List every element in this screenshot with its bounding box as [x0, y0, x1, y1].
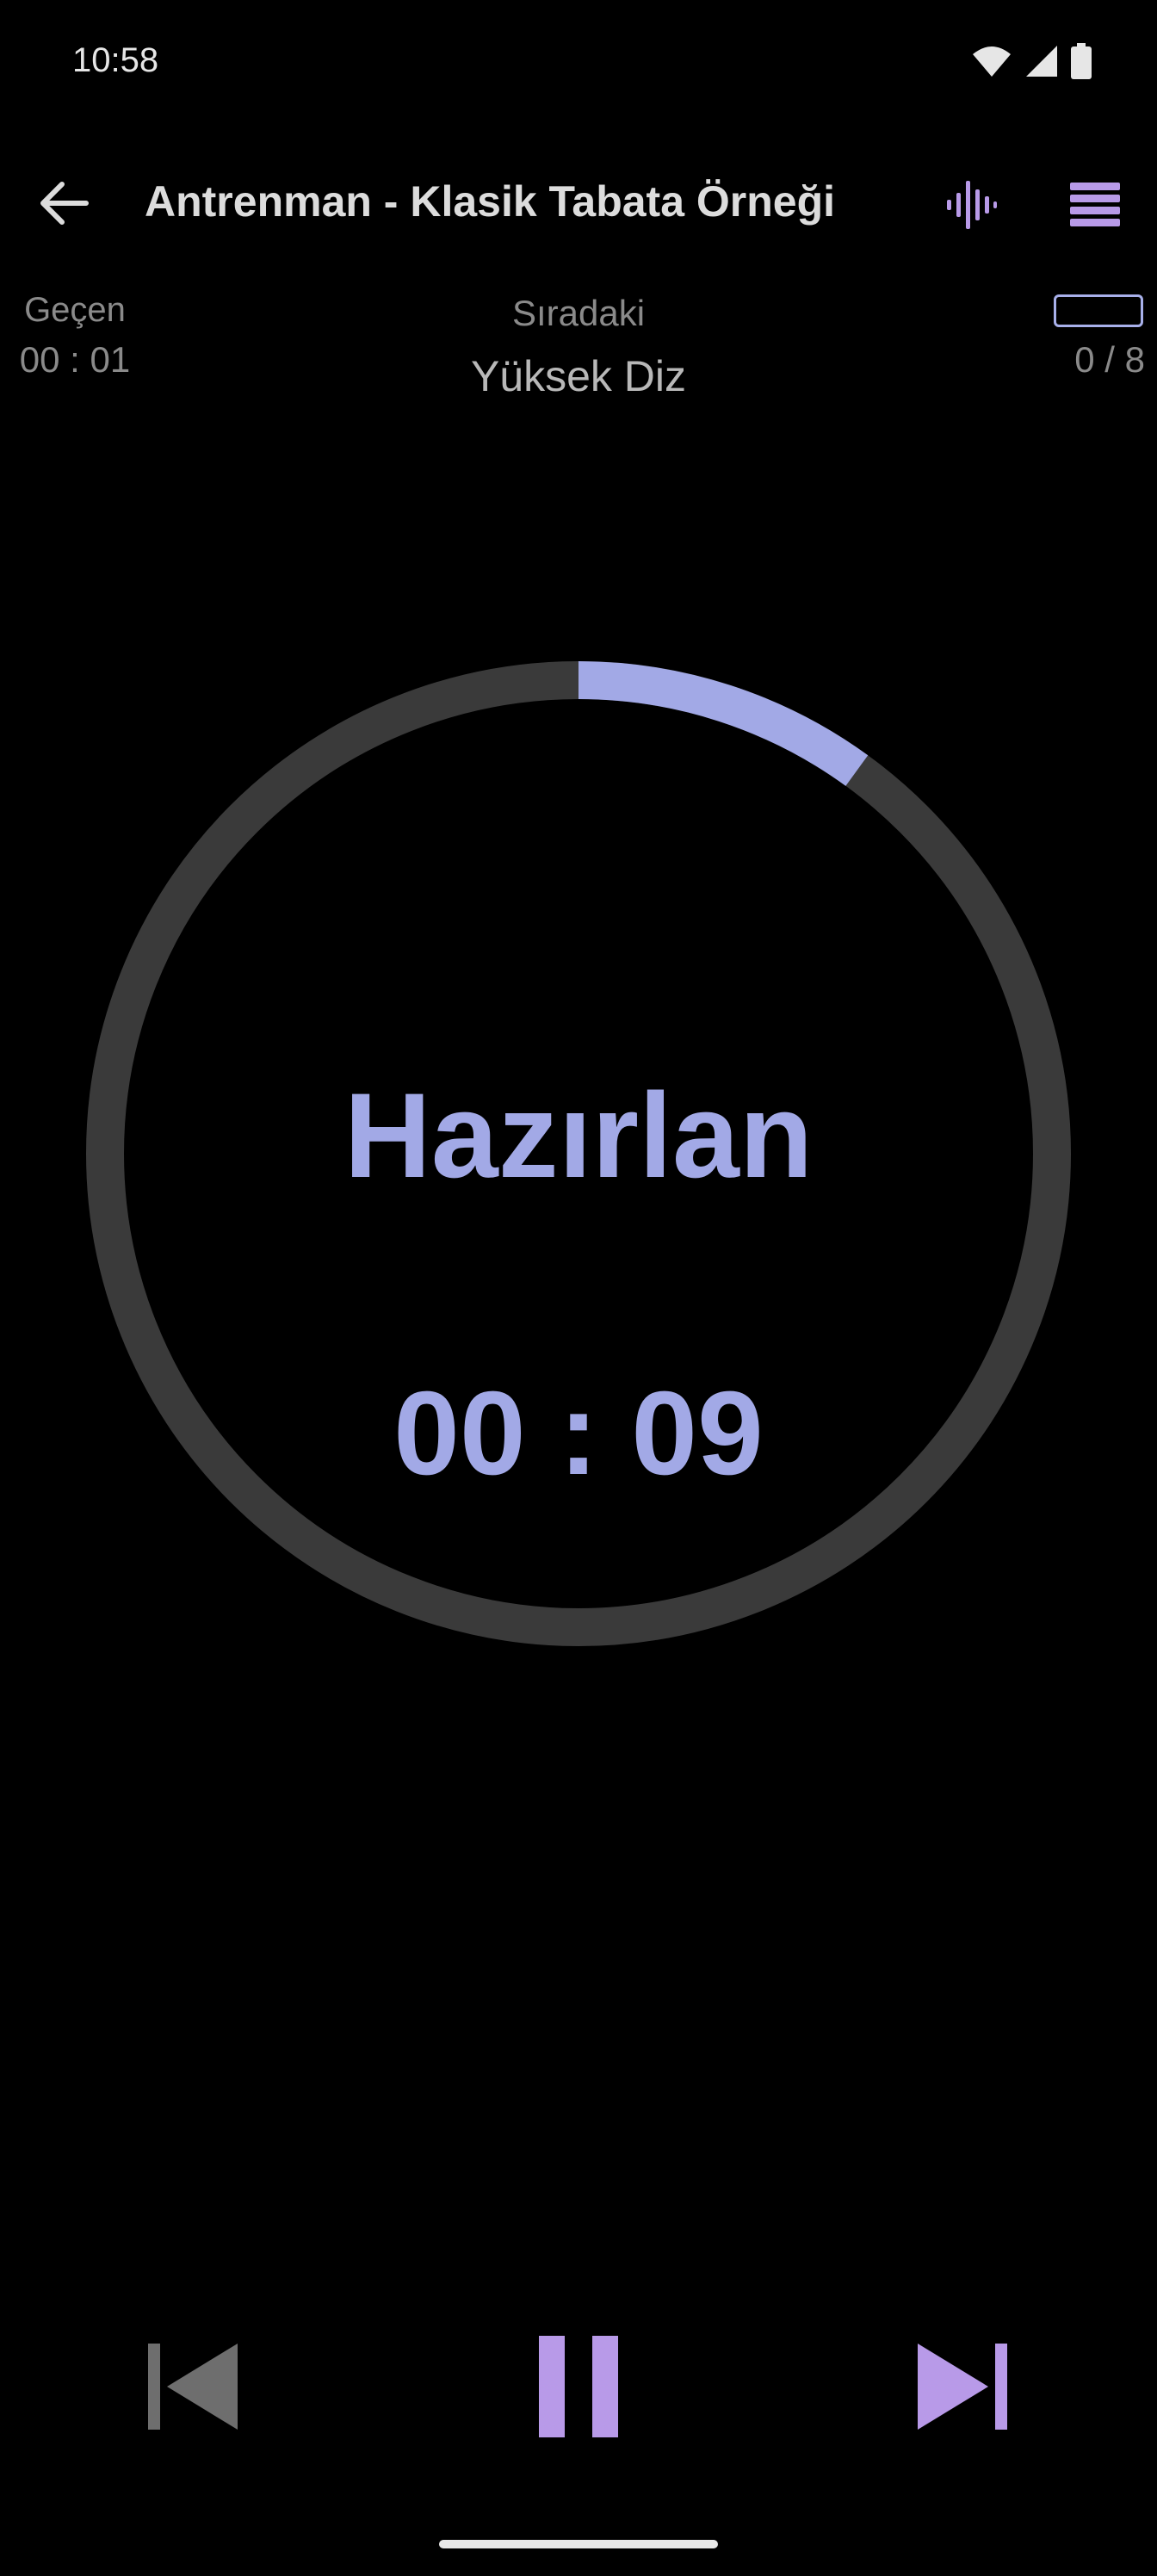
back-button[interactable] — [29, 169, 98, 238]
status-time: 10:58 — [72, 41, 159, 79]
skip-previous-icon — [148, 2344, 238, 2430]
menu-button[interactable] — [1059, 169, 1131, 241]
skip-next-icon — [918, 2344, 1007, 2430]
arrow-left-icon — [40, 182, 89, 225]
phase-label: Hazırlan — [343, 1068, 814, 1203]
elapsed-label: Geçen — [24, 291, 126, 329]
previous-button[interactable] — [141, 2338, 244, 2435]
signal-icon — [1026, 46, 1057, 77]
audio-wave-icon — [947, 181, 997, 229]
countdown-timer: 00 : 09 — [393, 1367, 764, 1500]
menu-icon — [1070, 183, 1120, 226]
next-exercise-label: Sıradaki — [511, 293, 646, 333]
elapsed-value: 00 : 01 — [19, 339, 131, 380]
pause-icon — [539, 2336, 618, 2437]
wifi-icon — [973, 46, 1011, 77]
next-exercise-name: Yüksek Diz — [470, 352, 687, 400]
sound-button[interactable] — [935, 169, 1007, 241]
page-title: Antrenman - Klasik Tabata Örneği — [145, 177, 836, 226]
round-progress-count: 0 / 8 — [1074, 339, 1145, 380]
home-indicator[interactable] — [439, 2540, 718, 2548]
pause-button[interactable] — [527, 2328, 630, 2445]
battery-icon — [1071, 43, 1092, 79]
round-progress-indicator — [1054, 294, 1143, 327]
next-button[interactable] — [911, 2338, 1014, 2435]
status-icons — [971, 43, 1092, 79]
